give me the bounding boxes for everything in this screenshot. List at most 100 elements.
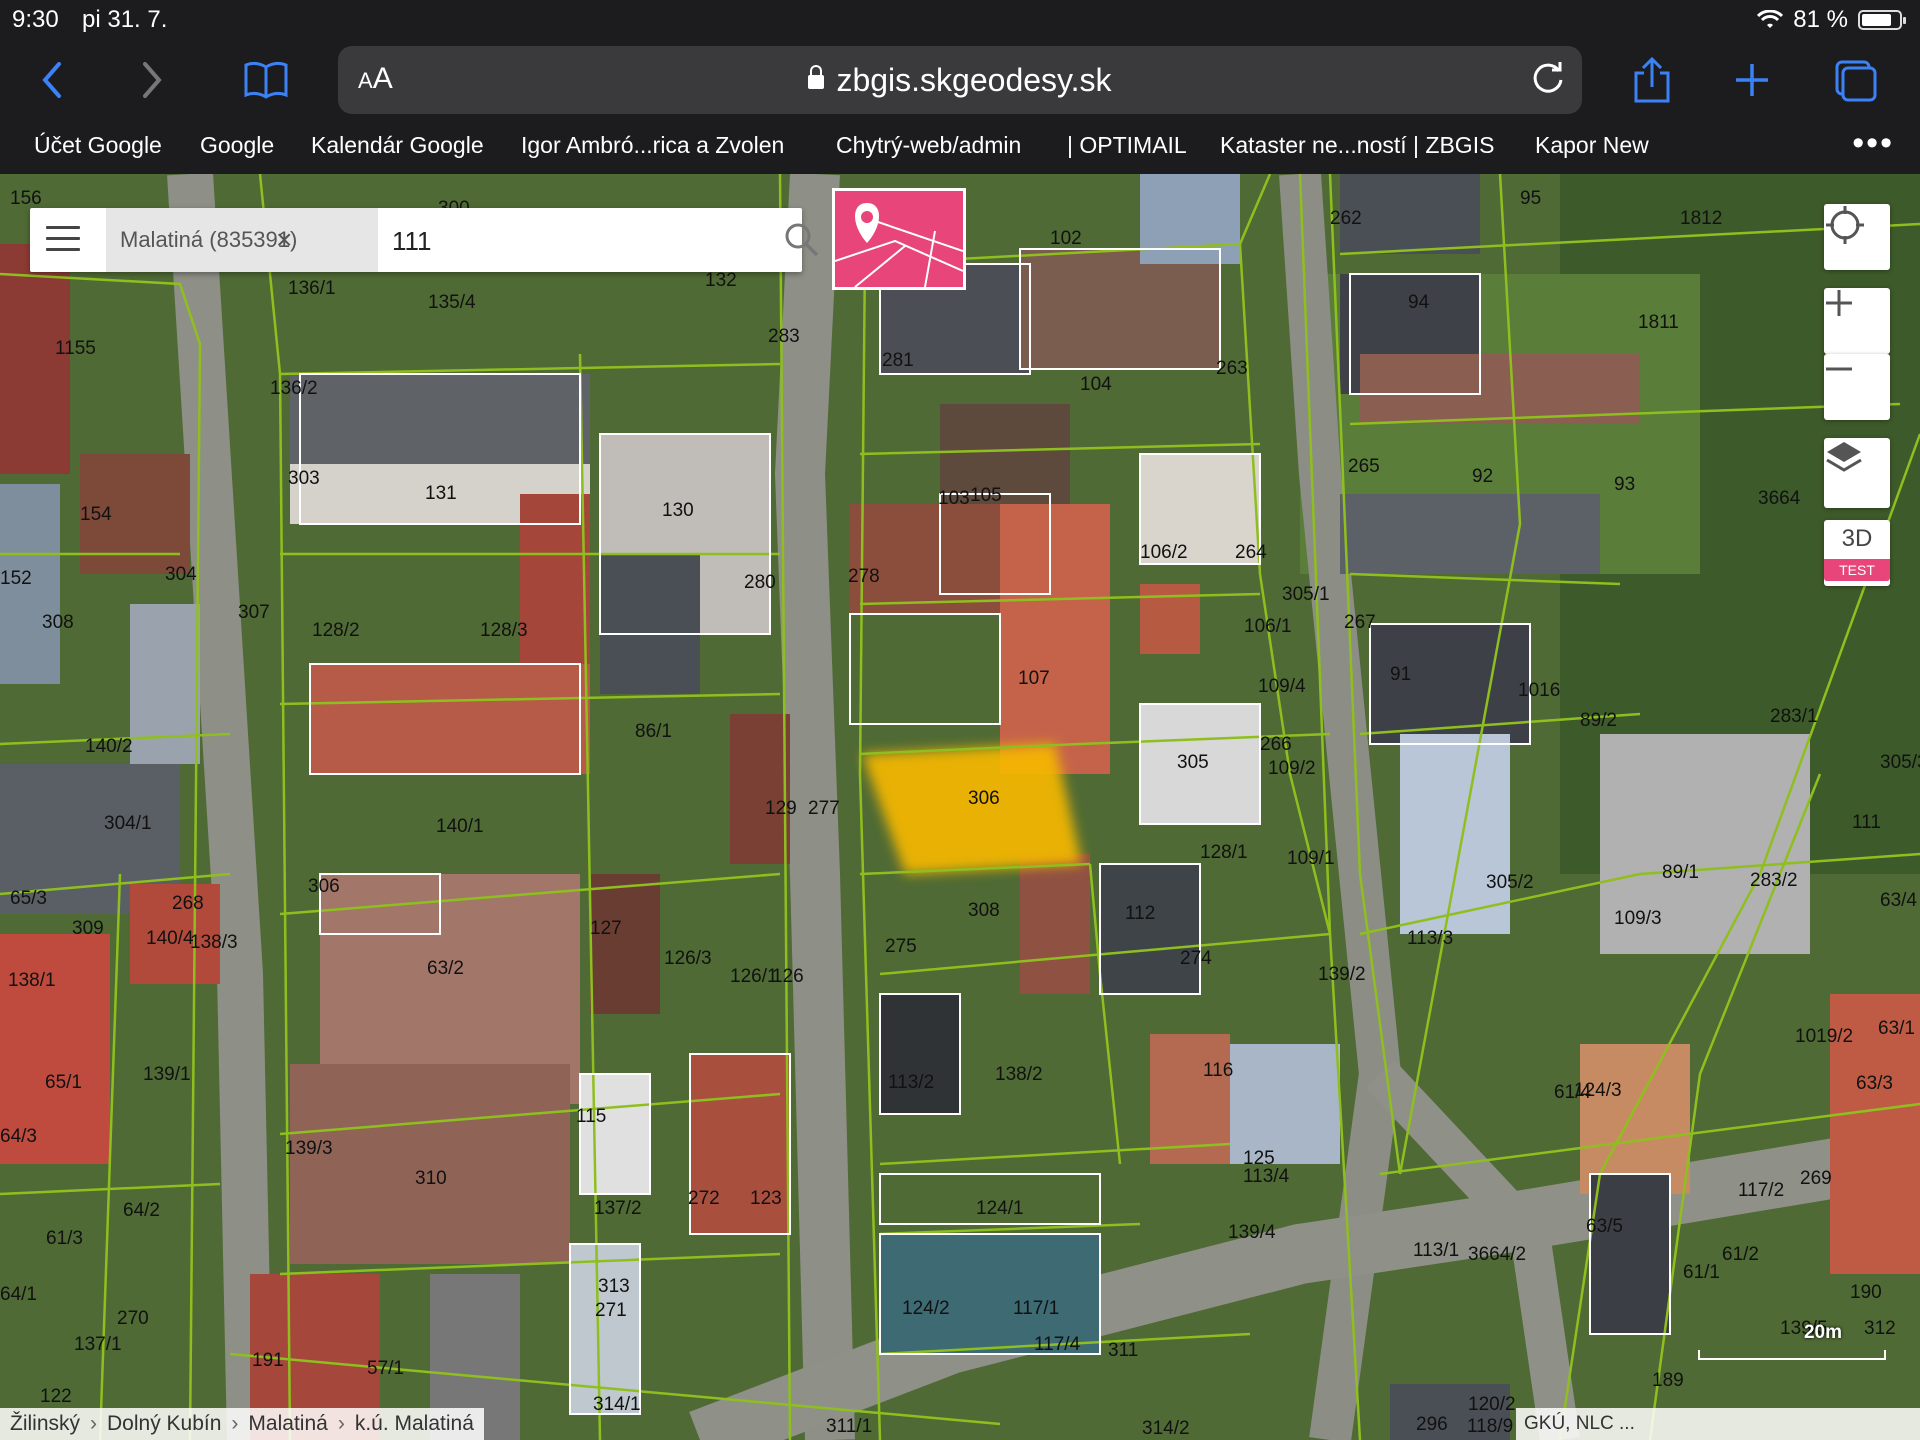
parcel-label[interactable]: 3664 bbox=[1758, 488, 1801, 509]
parcel-label[interactable]: 281 bbox=[882, 350, 914, 371]
reload-button[interactable] bbox=[1528, 58, 1568, 103]
share-button[interactable] bbox=[1624, 52, 1680, 108]
parcel-label[interactable]: 283/1 bbox=[1770, 706, 1818, 727]
tabs-button[interactable] bbox=[1828, 52, 1884, 108]
parcel-label[interactable]: 139/1 bbox=[143, 1064, 191, 1085]
parcel-label[interactable]: 128/2 bbox=[312, 620, 360, 641]
parcel-label[interactable]: 109/4 bbox=[1258, 676, 1306, 697]
parcel-label[interactable]: 65/3 bbox=[10, 888, 47, 909]
parcel-label[interactable]: 126/3 bbox=[664, 948, 712, 969]
parcel-label[interactable]: 94 bbox=[1408, 292, 1430, 313]
forward-button[interactable] bbox=[124, 52, 180, 108]
parcel-label[interactable]: 307 bbox=[238, 602, 270, 623]
new-tab-button[interactable] bbox=[1724, 52, 1780, 108]
parcel-label[interactable]: 303 bbox=[288, 468, 320, 489]
bookmark-item[interactable]: Účet Google bbox=[34, 132, 162, 159]
parcel-label[interactable]: 310 bbox=[415, 1168, 447, 1189]
parcel-label[interactable]: 306 bbox=[308, 876, 340, 897]
parcel-label[interactable]: 127 bbox=[590, 918, 622, 939]
parcel-label[interactable]: 190 bbox=[1850, 1282, 1882, 1303]
parcel-label[interactable]: 271 bbox=[595, 1300, 627, 1321]
parcel-label[interactable]: 140/4 bbox=[146, 928, 194, 949]
parcel-label[interactable]: 189 bbox=[1652, 1370, 1684, 1391]
menu-button[interactable] bbox=[46, 226, 80, 254]
parcel-label[interactable]: 312 bbox=[1864, 1318, 1896, 1339]
parcel-label[interactable]: 117/4 bbox=[1034, 1334, 1081, 1355]
parcel-label[interactable]: 65/1 bbox=[45, 1072, 82, 1093]
parcel-label[interactable]: 275 bbox=[885, 936, 917, 957]
bookmark-item[interactable]: Kalendár Google bbox=[311, 132, 484, 159]
search-input[interactable] bbox=[390, 218, 724, 264]
breadcrumb-item[interactable]: Dolný Kubín bbox=[107, 1408, 221, 1440]
parcel-label[interactable]: 113/4 bbox=[1243, 1166, 1290, 1187]
parcel-label[interactable]: 272 bbox=[688, 1188, 720, 1209]
parcel-label[interactable]: 92 bbox=[1472, 466, 1493, 487]
parcel-label[interactable]: 268 bbox=[172, 893, 204, 914]
parcel-label[interactable]: 309 bbox=[72, 918, 104, 939]
parcel-label[interactable]: 191 bbox=[252, 1350, 284, 1371]
parcel-label[interactable]: 126/1 bbox=[730, 966, 778, 987]
parcel-label[interactable]: 264 bbox=[1235, 542, 1267, 563]
parcel-label[interactable]: 61/3 bbox=[46, 1228, 83, 1249]
parcel-label[interactable]: 270 bbox=[117, 1308, 149, 1329]
parcel-label[interactable]: 311/1 bbox=[826, 1416, 872, 1437]
breadcrumb-item[interactable]: Žilinský bbox=[10, 1408, 80, 1440]
parcel-label[interactable]: 130 bbox=[662, 500, 694, 521]
parcel-label[interactable]: 104 bbox=[1080, 374, 1112, 395]
parcel-label[interactable]: 1019/2 bbox=[1795, 1026, 1853, 1047]
parcel-label[interactable]: 140/2 bbox=[85, 736, 133, 757]
map-attribution[interactable]: GKÚ, NLC ... bbox=[1516, 1408, 1920, 1440]
parcel-label[interactable]: 283/2 bbox=[1750, 870, 1798, 891]
parcel-label[interactable]: 91 bbox=[1390, 664, 1411, 685]
parcel-label[interactable]: 113/2 bbox=[888, 1072, 934, 1093]
cadastre-layer-button[interactable] bbox=[832, 188, 966, 290]
parcel-label[interactable]: 269 bbox=[1800, 1168, 1832, 1189]
layers-button[interactable] bbox=[1824, 438, 1890, 508]
parcel-label[interactable]: 63/3 bbox=[1856, 1073, 1893, 1094]
parcel-label[interactable]: 278 bbox=[848, 566, 880, 587]
parcel-label[interactable]: 111 bbox=[1852, 812, 1881, 833]
parcel-label[interactable]: 89/2 bbox=[1580, 710, 1617, 731]
parcel-label[interactable]: 305/3 bbox=[1880, 752, 1920, 773]
parcel-label[interactable]: 263 bbox=[1216, 358, 1248, 379]
parcel-label[interactable]: 64/2 bbox=[123, 1200, 160, 1221]
address-bar[interactable]: AA zbgis.skgeodesy.sk bbox=[338, 46, 1582, 114]
parcel-label[interactable]: 109/2 bbox=[1268, 758, 1316, 779]
parcel-label[interactable]: 112 bbox=[1125, 903, 1155, 924]
parcel-label[interactable]: 266 bbox=[1260, 734, 1292, 755]
parcel-label[interactable]: 1155 bbox=[55, 338, 96, 359]
back-button[interactable] bbox=[24, 52, 80, 108]
map-view[interactable]: 156300102952621812136/1135/4132181111552… bbox=[0, 174, 1920, 1440]
parcel-label[interactable]: 103 bbox=[938, 488, 970, 509]
parcel-label[interactable]: 61/2 bbox=[1722, 1244, 1759, 1265]
parcel-label[interactable]: 61/4 bbox=[1554, 1082, 1591, 1103]
parcel-label[interactable]: 128/3 bbox=[480, 620, 528, 641]
parcel-label[interactable]: 314/1 bbox=[593, 1394, 641, 1415]
parcel-label[interactable]: 1811 bbox=[1638, 312, 1679, 333]
parcel-label[interactable]: 308 bbox=[968, 900, 1000, 921]
bookmarks-more-button[interactable]: ••• bbox=[1852, 124, 1894, 163]
parcel-label[interactable]: 106/2 bbox=[1140, 542, 1188, 563]
parcel-label[interactable]: 1016 bbox=[1518, 680, 1560, 701]
parcel-label[interactable]: 63/4 bbox=[1880, 890, 1917, 911]
parcel-label[interactable]: 86/1 bbox=[635, 721, 672, 742]
parcel-label[interactable]: 128/1 bbox=[1200, 842, 1248, 863]
breadcrumb-item[interactable]: Malatiná bbox=[248, 1408, 327, 1440]
parcel-label[interactable]: 304 bbox=[165, 564, 197, 585]
parcel-label[interactable]: 305 bbox=[1177, 752, 1209, 773]
parcel-label[interactable]: 137/1 bbox=[74, 1334, 122, 1355]
parcel-label[interactable]: 3664/2 bbox=[1468, 1244, 1526, 1265]
parcel-label[interactable]: 57/1 bbox=[367, 1358, 404, 1379]
parcel-label[interactable]: 305/1 bbox=[1282, 584, 1330, 605]
bookmark-item[interactable]: Kapor New bbox=[1535, 132, 1649, 159]
parcel-label[interactable]: 262 bbox=[1330, 208, 1362, 229]
parcel-label[interactable]: 95 bbox=[1520, 188, 1541, 209]
parcel-label[interactable]: 63/1 bbox=[1878, 1018, 1915, 1039]
parcel-label[interactable]: 117/2 bbox=[1738, 1180, 1784, 1201]
parcel-label[interactable]: 113/3 bbox=[1407, 928, 1453, 949]
parcel-label[interactable]: 93 bbox=[1614, 474, 1635, 495]
bookmark-item[interactable]: | OPTIMAIL bbox=[1067, 132, 1187, 159]
parcel-label[interactable]: 138/3 bbox=[190, 932, 238, 953]
zoom-in-button[interactable] bbox=[1824, 288, 1890, 354]
parcel-label[interactable]: 304/1 bbox=[104, 813, 152, 834]
